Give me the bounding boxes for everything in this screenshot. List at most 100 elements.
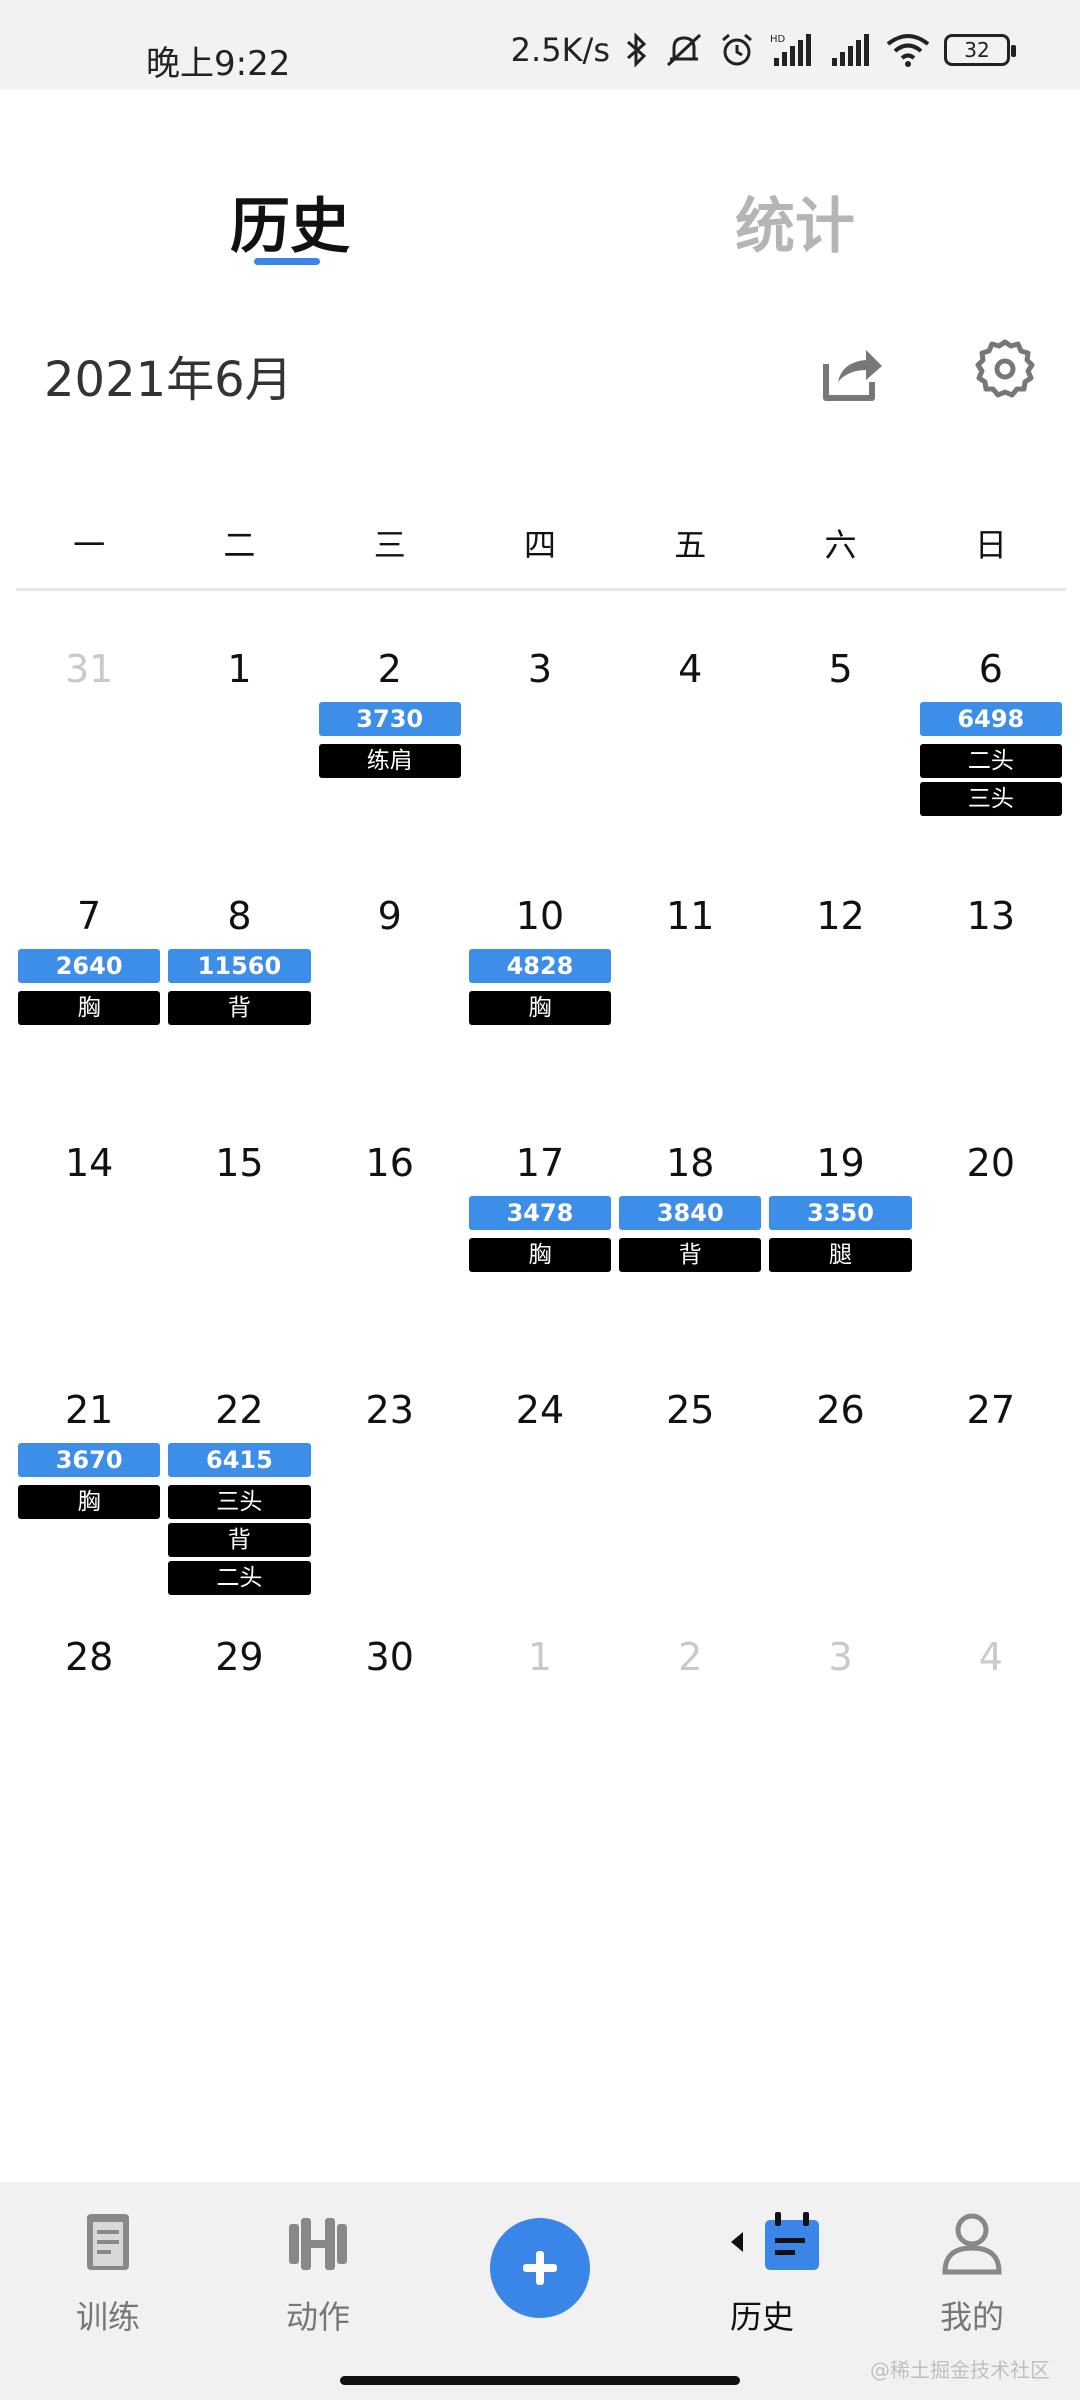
calendar-day[interactable]: 20 [916,1134,1066,1381]
nav-training-label: 训练 [75,2298,140,2336]
body-part-badge: 背 [168,991,311,1025]
calendar-list-icon [731,2212,819,2270]
volume-badge: 3478 [468,1196,612,1230]
calendar-day[interactable]: 5 [765,640,915,887]
weekday-label: 二 [223,526,256,564]
nav-training[interactable]: 训练 [28,2208,188,2338]
calendar-day[interactable]: 26 [765,1381,915,1628]
day-number: 26 [816,1388,865,1432]
day-tags: 6498 二头 三头 [916,702,1066,816]
calendar-day[interactable]: 1 [164,640,314,887]
calendar-day[interactable]: 25 [615,1381,765,1628]
mute-bell-icon [666,33,702,67]
day-number: 10 [515,894,565,938]
settings-gear-icon[interactable] [974,338,1036,400]
calendar-day[interactable]: 9 [315,887,465,1134]
day-number: 15 [215,1141,264,1185]
calendar-day[interactable]: 14 [14,1134,164,1381]
day-number: 8 [227,894,252,938]
body-part-badge: 背 [619,1238,762,1272]
share-icon[interactable] [820,338,886,404]
volume-badge: 3840 [619,1196,762,1230]
calendar-day[interactable]: 8 11560 背 [164,887,314,1134]
day-number: 12 [816,894,865,938]
day-number: 19 [816,1141,865,1185]
day-number: 2 [678,1635,703,1679]
nav-history-label: 历史 [729,2298,794,2336]
weekday-label: 四 [523,526,556,564]
calendar-day[interactable]: 7 2640 胸 [14,887,164,1134]
calendar-day[interactable]: 21 3670 胸 [14,1381,164,1628]
body-part-badge: 胸 [18,991,161,1025]
nav-actions-label: 动作 [285,2298,350,2336]
tab-stats[interactable]: 统计 [735,178,855,265]
volume-badge: 3730 [318,702,461,736]
calendar-day[interactable]: 1 [465,1628,615,1748]
body-part-badge: 胸 [468,991,612,1025]
month-title[interactable]: 2021年6月 [44,340,293,410]
calendar-day[interactable]: 23 [315,1381,465,1628]
home-indicator[interactable] [340,2376,740,2385]
calendar-day[interactable]: 4 [916,1628,1066,1748]
calendar-day[interactable]: 2 3730 练肩 [315,640,465,887]
day-tags: 4828 胸 [465,949,615,1025]
calendar-day[interactable]: 16 [315,1134,465,1381]
calendar-day[interactable]: 6 6498 二头 三头 [916,640,1066,887]
calendar-day[interactable]: 24 [465,1381,615,1628]
calendar-day[interactable]: 17 3478 胸 [465,1134,615,1381]
calendar-day[interactable]: 29 [164,1628,314,1748]
calendar-day[interactable]: 30 [315,1628,465,1748]
calendar-day[interactable]: 19 3350 腿 [765,1134,915,1381]
calendar-grid: 31 1 2 3730 练肩 3 4 5 6 6498 二头 三头 7 2640 胸 8 11560 背 9 10 48… [14,640,1066,1748]
calendar-day[interactable]: 3 [465,640,615,887]
calendar-day[interactable]: 27 [916,1381,1066,1628]
calendar-day[interactable]: 4 [615,640,765,887]
nav-mine-label: 我的 [939,2298,1004,2336]
body-part-badge: 三头 [168,1485,311,1519]
signal-hd-icon: HD [770,34,811,66]
nav-mine[interactable]: 我的 [892,2208,1052,2338]
status-bar: 晚上9:22 2.5K/s HD 32 [0,0,1080,90]
calendar-day[interactable]: 10 4828 胸 [465,887,615,1134]
nav-actions[interactable]: 动作 [238,2208,398,2338]
calendar-day[interactable]: 12 [765,887,915,1134]
calendar-day[interactable]: 31 [14,640,164,887]
day-tags: 3350 腿 [765,1196,915,1272]
calendar-day[interactable]: 2 [615,1628,765,1748]
network-speed: 2.5K/s [510,31,610,69]
body-part-badge: 胸 [18,1485,161,1519]
day-tags: 3840 背 [615,1196,765,1272]
body-part-badge: 胸 [468,1238,612,1272]
body-part-badge: 三头 [919,782,1062,816]
day-number: 2 [377,647,402,691]
user-icon [942,2213,1002,2275]
day-number: 22 [215,1388,264,1432]
calendar-day[interactable]: 15 [164,1134,314,1381]
volume-badge: 2640 [18,949,161,983]
day-number: 3 [527,647,553,691]
calendar-day[interactable]: 3 [765,1628,915,1748]
add-workout-button[interactable] [490,2218,590,2318]
calendar-week: 28 29 30 1 2 3 4 [14,1628,1066,1748]
body-part-badge: 腿 [769,1238,912,1272]
calendar-day[interactable]: 13 [916,887,1066,1134]
calendar-day[interactable]: 28 [14,1628,164,1748]
day-number: 18 [666,1141,715,1185]
day-number: 23 [365,1388,414,1432]
calendar-week: 7 2640 胸 8 11560 背 9 10 4828 胸 11 12 13 [14,887,1066,1134]
day-number: 13 [966,894,1015,938]
tab-history[interactable]: 历史 [230,178,350,265]
day-tags: 3478 胸 [465,1196,615,1272]
calendar-day[interactable]: 18 3840 背 [615,1134,765,1381]
day-number: 1 [527,1635,553,1679]
body-part-badge: 二头 [919,744,1062,778]
day-number: 9 [377,894,402,938]
active-tab-indicator [254,258,320,265]
calendar-day[interactable]: 11 [615,887,765,1134]
calendar-day[interactable]: 22 6415 三头背二头 [164,1381,314,1628]
weekday-label: 五 [674,526,707,564]
volume-badge: 4828 [468,949,612,983]
battery-level: 32 [964,38,990,62]
day-number: 1 [227,647,252,691]
nav-history[interactable]: 历史 [682,2208,842,2338]
